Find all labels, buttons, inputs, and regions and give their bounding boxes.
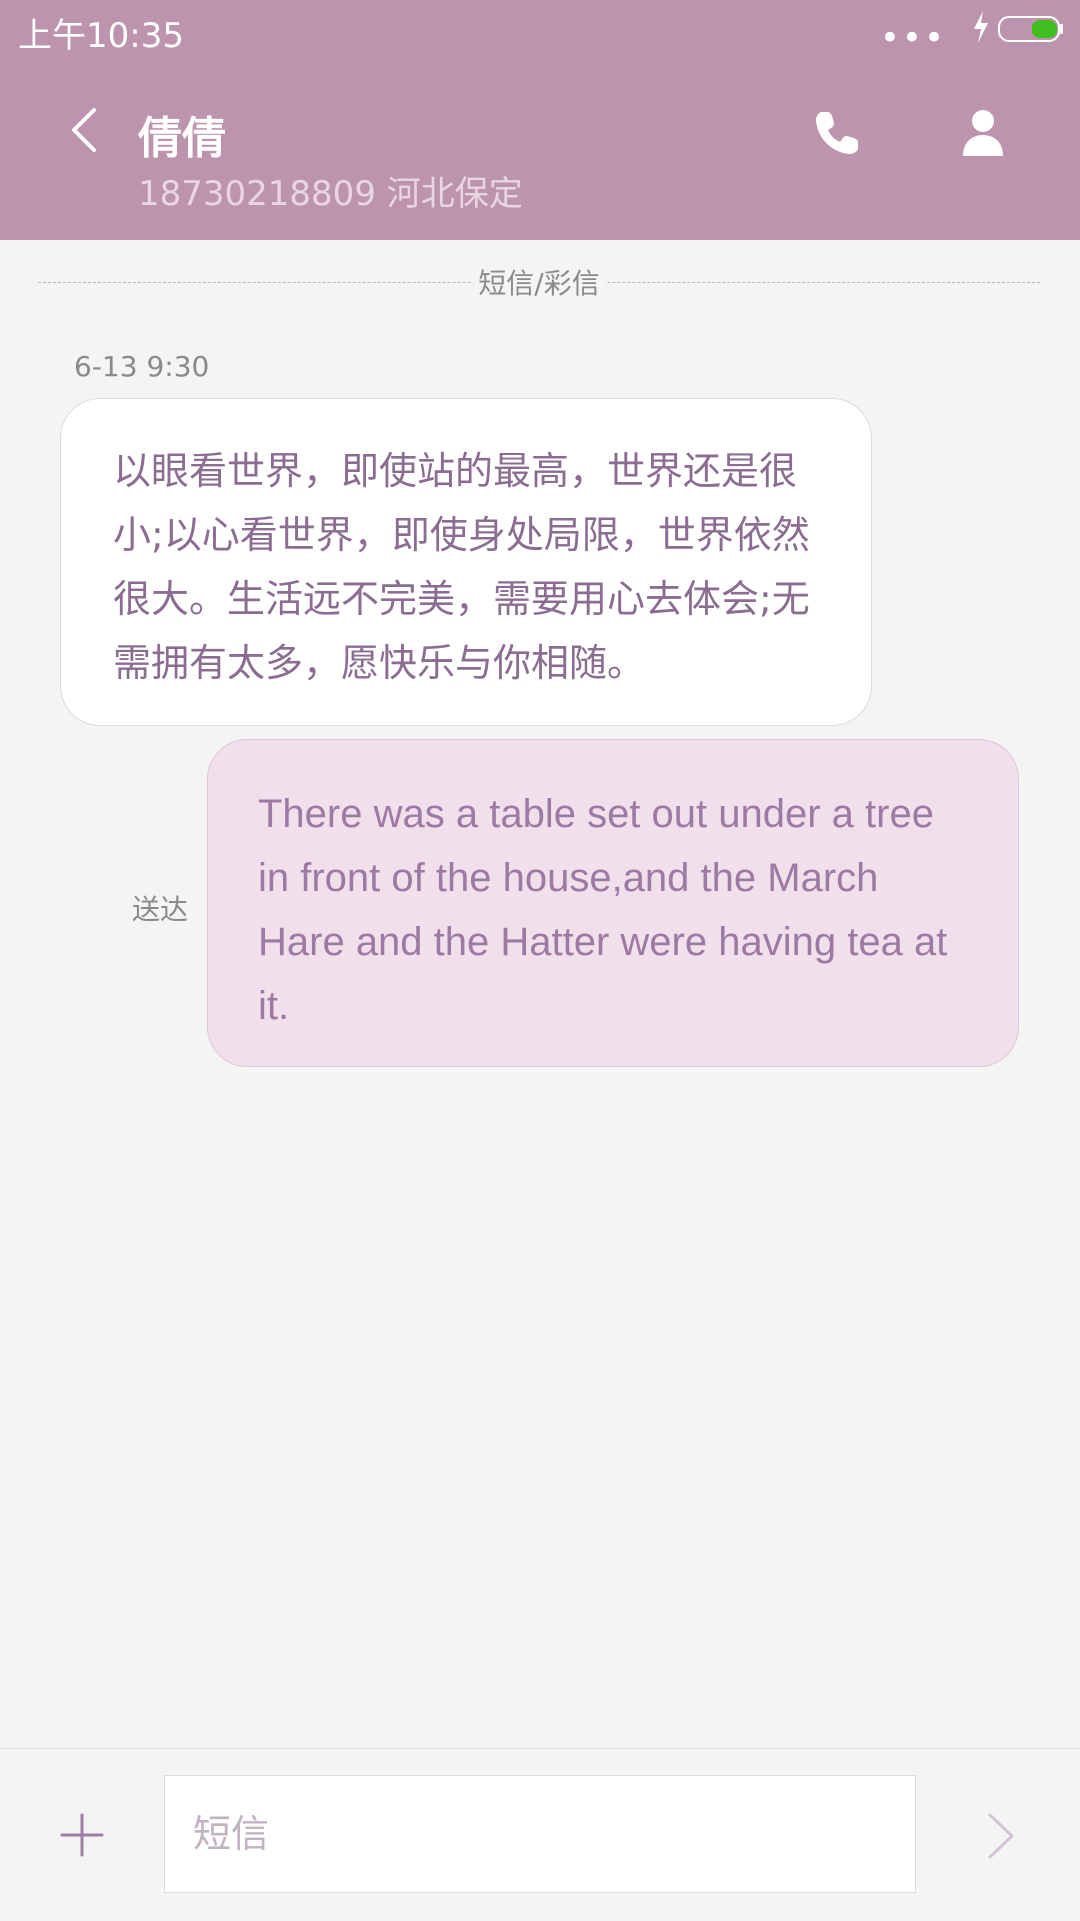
status-time: 上午10:35 (18, 16, 184, 56)
app-header: 上午10:35 ••• 倩倩 18730218809 河北保定 (0, 0, 1080, 240)
battery-level (1031, 20, 1057, 38)
contact-number-location: 18730218809 河北保定 (138, 174, 523, 214)
plus-icon[interactable] (60, 1813, 104, 1857)
outgoing-message-bubble[interactable]: There was a table set out under a tree i… (207, 739, 1019, 1067)
phone-icon[interactable] (812, 108, 862, 158)
person-icon[interactable] (960, 108, 1006, 158)
channel-label: 短信/彩信 (472, 262, 606, 302)
bolt-icon (974, 11, 988, 43)
incoming-message-bubble[interactable]: 以眼看世界，即使站的最高，世界还是很小;以心看世界，即使身处局限，世界依然很大。… (60, 398, 872, 726)
channel-divider: 短信/彩信 (38, 262, 1040, 302)
back-icon[interactable] (62, 104, 106, 156)
delivery-status: 送达 (132, 893, 189, 926)
message-timestamp: 6-13 9:30 (74, 350, 210, 383)
message-input[interactable] (164, 1775, 916, 1893)
chevron-right-icon[interactable] (986, 1811, 1016, 1861)
message-composer (0, 1748, 1080, 1921)
battery-icon (998, 16, 1063, 42)
status-more-dots: ••• (879, 18, 946, 58)
contact-name: 倩倩 (138, 113, 226, 164)
